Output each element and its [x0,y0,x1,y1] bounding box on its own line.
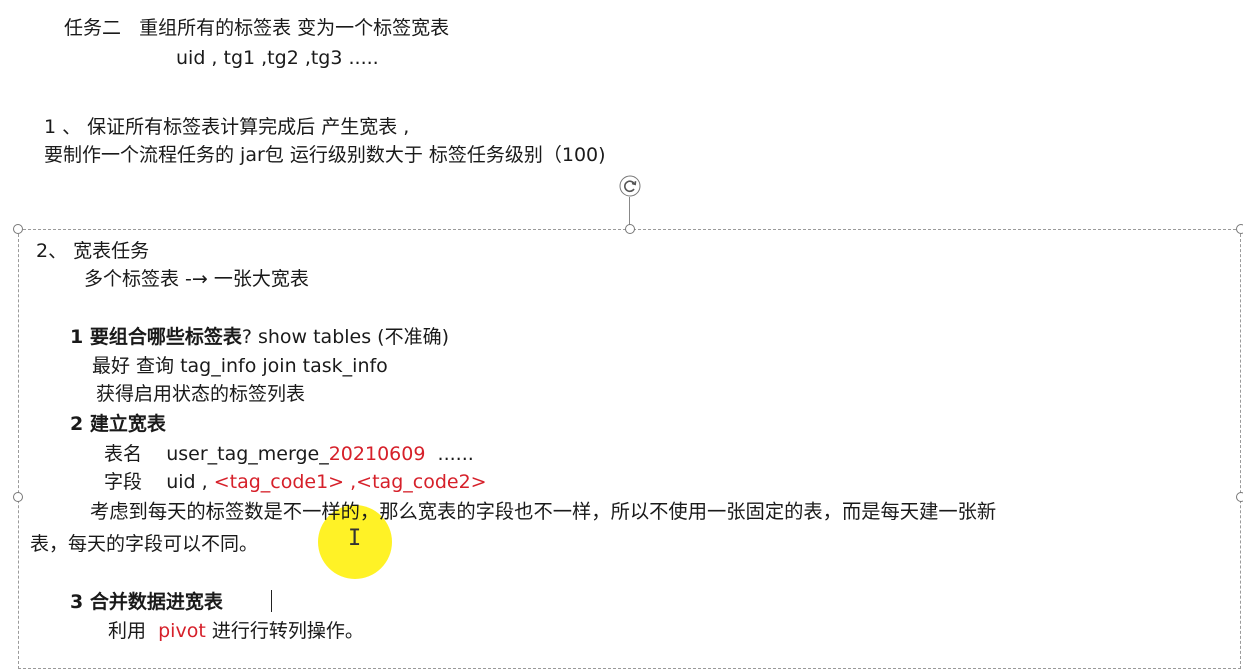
header-title: 任务二 重组所有的标签表 变为一个标签宽表 [64,16,449,40]
table-name-label: 表名 [104,443,143,465]
table-name-suffix: ...... [437,443,474,465]
resize-handle-top-right[interactable] [1236,224,1243,234]
resize-handle-right[interactable] [1236,492,1243,502]
step1-line1[interactable]: 1 、 保证所有标签表计算完成后 产生宽表 , [44,115,409,139]
text-cursor-icon: I [348,526,362,551]
question3-line[interactable]: 利用 pivot 进行行转列操作。 [108,619,364,643]
question3[interactable]: 3 合并数据进宽表 [70,590,223,614]
rotate-icon[interactable] [619,175,641,197]
question1-line3[interactable]: 获得启用状态的标签列表 [96,382,305,406]
fields-prefix: uid , [166,471,208,493]
step2-heading[interactable]: 2、 宽表任务 [36,239,149,263]
fields-label: 字段 [104,471,143,493]
question1[interactable]: 1 要组合哪些标签表? show tables (不准确) [70,325,449,349]
resize-handle-top[interactable] [625,224,635,234]
fields-tags: <tag_code1> ,<tag_code2> [213,471,487,493]
resize-handle-left[interactable] [13,492,23,502]
q3-suffix: 进行行转列操作。 [211,620,364,642]
q3-pivot: pivot [158,620,206,642]
header-title-prefix: 任务二 [64,17,122,39]
note-line2[interactable]: 表，每天的字段可以不同。 [30,532,258,556]
note-line1[interactable]: 考虑到每天的标签数是不一样的，那么宽表的字段也不一样，所以不使用一张固定的表，而… [90,500,996,524]
fields-row[interactable]: 字段 uid , <tag_code1> ,<tag_code2> [104,470,487,494]
q3-prefix: 利用 [108,620,147,642]
question2[interactable]: 2 建立宽表 [70,412,166,436]
header-subtitle: uid , tg1 ,tg2 ,tg3 ..... [176,47,379,69]
step2-sub[interactable]: 多个标签表 -→ 一张大宽表 [84,267,309,291]
table-name-prefix: user_tag_merge_ [166,443,329,465]
question1-line2[interactable]: 最好 查询 tag_info join task_info [92,354,388,378]
text-caret [271,590,272,612]
step1-line2[interactable]: 要制作一个流程任务的 jar包 运行级别数大于 标签任务级别（100) [44,143,606,167]
question1-rest: ? show tables (不准确) [241,326,449,348]
question1-bold: 1 要组合哪些标签表 [70,326,242,348]
table-name-row[interactable]: 表名 user_tag_merge_20210609 ...... [104,442,474,466]
table-name-date: 20210609 [328,443,426,465]
header-title-rest: 重组所有的标签表 变为一个标签宽表 [139,17,450,39]
resize-handle-top-left[interactable] [13,224,23,234]
